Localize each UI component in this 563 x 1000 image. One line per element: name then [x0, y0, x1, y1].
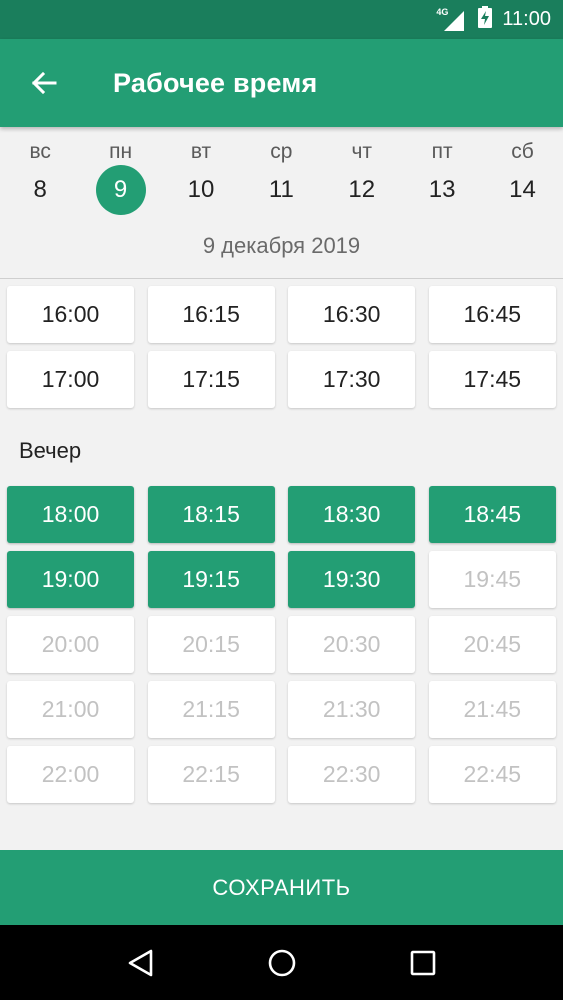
app-bar: Рабочее время [0, 39, 563, 127]
day-13[interactable]: пт 13 [402, 139, 482, 215]
status-bar: 4G 11:00 [0, 0, 563, 39]
time-slot-2145: 21:45 [428, 681, 556, 738]
day-name: пн [109, 140, 133, 163]
system-nav-bar [0, 925, 563, 1000]
day-number: 14 [509, 176, 536, 203]
time-slot-1730[interactable]: 17:30 [288, 351, 416, 408]
time-slot-2200: 22:00 [7, 746, 134, 803]
day-number: 10 [187, 176, 215, 203]
day-11[interactable]: ср 11 [241, 139, 321, 215]
time-slot-2015: 20:15 [147, 616, 275, 673]
time-slot-2115: 21:15 [147, 681, 275, 738]
day-12[interactable]: чт 12 [322, 139, 402, 215]
time-slot-2215: 22:15 [147, 746, 275, 803]
time-slot-1815[interactable]: 18:15 [147, 486, 275, 543]
recents-square-icon [410, 950, 435, 975]
time-slot-1830[interactable]: 18:30 [288, 486, 416, 543]
arrow-left-icon [31, 71, 57, 95]
time-slot-1700[interactable]: 17:00 [7, 351, 134, 408]
home-circle-icon [268, 949, 295, 976]
time-slot-1745[interactable]: 17:45 [428, 351, 556, 408]
time-slot-1600[interactable]: 16:00 [7, 286, 134, 343]
day-name: вт [190, 140, 212, 163]
day-name: сб [511, 140, 534, 163]
time-slot-2100: 21:00 [7, 681, 134, 738]
day-number: 9 [95, 165, 146, 215]
day-8[interactable]: вс 8 [0, 139, 80, 215]
day-number: 8 [33, 176, 47, 203]
time-slot-1615[interactable]: 16:15 [147, 286, 275, 343]
time-slot-1900[interactable]: 19:00 [7, 551, 134, 608]
day-10[interactable]: вт 10 [161, 139, 241, 215]
nav-recents-button[interactable] [393, 933, 453, 993]
time-slot-2130: 21:30 [288, 681, 416, 738]
time-slot-2245: 22:45 [428, 746, 556, 803]
battery-charging-icon [478, 6, 493, 33]
time-slot-1715[interactable]: 17:15 [147, 351, 275, 408]
day-name: ср [270, 140, 293, 163]
evening-slots-grid: 18:00 18:15 18:30 18:45 19:00 19:15 19:30 19:45… [7, 486, 556, 803]
time-slot-2030: 20:30 [288, 616, 416, 673]
selected-date-label: 9 декабря 2019 [202, 233, 361, 258]
day-list: вс 8 пн 9 вт 10 ср 11 чт 12 пт 13 сб 14 [0, 127, 563, 215]
time-slot-1845[interactable]: 18:45 [428, 486, 556, 543]
time-slots-panel[interactable]: 16:00 16:15 16:30 16:45 17:00 17:15 17:30 17:45… [0, 280, 563, 850]
day-slots-grid: 16:00 16:15 16:30 16:45 17:00 17:15 17:30 17:45 [7, 286, 556, 408]
time-slot-2230: 22:30 [288, 746, 416, 803]
week-selector: вс 8 пн 9 вт 10 ср 11 чт 12 пт 13 сб 14 9 декабря 201… [0, 127, 563, 279]
time-slot-1915[interactable]: 19:15 [147, 551, 275, 608]
back-button[interactable] [0, 39, 88, 127]
time-slot-1945: 19:45 [428, 551, 556, 608]
signal-icon: 4G [436, 7, 465, 31]
day-9[interactable]: пн 9 [80, 139, 160, 215]
time-slot-2045: 20:45 [428, 616, 556, 673]
page-title: Рабочее время [113, 67, 318, 98]
time-slot-1930[interactable]: 19:30 [288, 551, 416, 608]
status-time: 11:00 [502, 8, 551, 30]
time-slot-1630[interactable]: 16:30 [288, 286, 416, 343]
day-number: 13 [428, 176, 456, 203]
day-14[interactable]: сб 14 [482, 139, 562, 215]
time-slot-1645[interactable]: 16:45 [428, 286, 556, 343]
day-name: вс [29, 140, 51, 163]
back-triangle-icon [128, 949, 152, 976]
section-label-evening: Вечер [19, 438, 82, 463]
day-name: пт [431, 140, 453, 163]
day-number: 12 [348, 176, 376, 203]
nav-back-button[interactable] [111, 933, 171, 993]
time-slot-2000: 20:00 [7, 616, 134, 673]
save-button[interactable]: СОХРАНИТЬ [0, 850, 563, 925]
day-number: 11 [268, 176, 294, 203]
time-slot-1800[interactable]: 18:00 [7, 486, 134, 543]
nav-home-button[interactable] [252, 933, 312, 993]
day-name: чт [351, 140, 373, 163]
